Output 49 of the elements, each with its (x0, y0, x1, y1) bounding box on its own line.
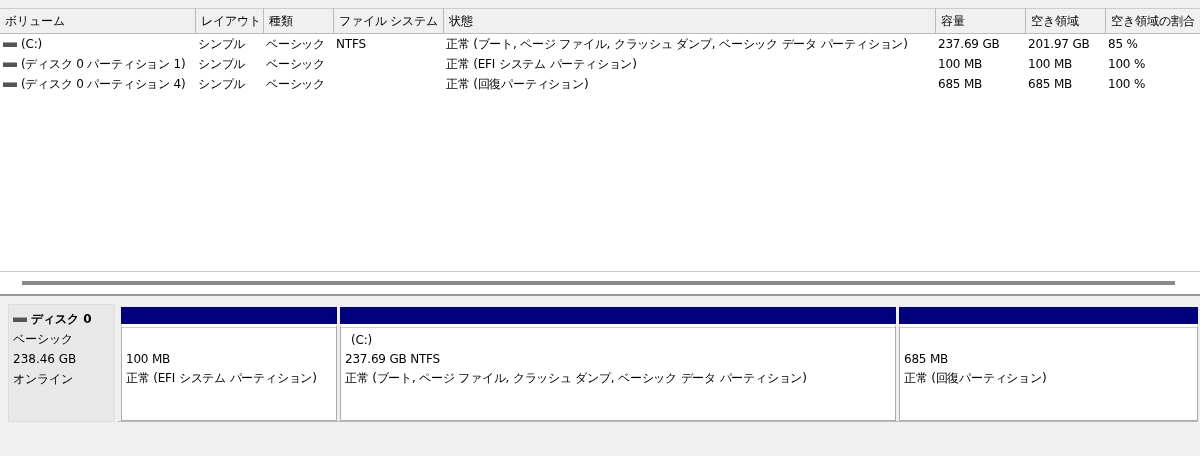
partition-size: 237.69 GB NTFS (345, 351, 441, 368)
column-header[interactable]: 空き領域 (1025, 8, 1105, 34)
table-cell: ベーシック (266, 76, 325, 91)
partition-size: 100 MB (126, 351, 172, 368)
table-cell: 685 MB (938, 76, 983, 91)
column-header[interactable]: レイアウト (195, 8, 263, 34)
disk-type: ベーシック (13, 331, 74, 348)
partition-box[interactable]: 100 MB 正常 (EFI システム パーティション) (121, 324, 337, 421)
table-cell: NTFS (336, 36, 366, 51)
table-cell: 201.97 GB (1028, 36, 1090, 51)
table-cell: 85 % (1108, 36, 1138, 51)
partition-label: (C:) (351, 333, 372, 347)
table-cell: 正常 (EFI システム パーティション) (446, 56, 637, 71)
table-cell: シンプル (198, 76, 246, 91)
partition-box[interactable]: (C:) 237.69 GB NTFS 正常 (ブート, ページ ファイル, クラッシュ ダンプ, ベーシック データ パーティション) (340, 324, 896, 421)
disk-status: オンライン (13, 371, 74, 388)
table-cell: 正常 (ブート, ページ ファイル, クラッシュ ダンプ, ベーシック データ パーティション) (446, 36, 908, 51)
table-cell: 100 % (1108, 76, 1146, 91)
table-cell: シンプル (198, 56, 246, 71)
table-cell: ベーシック (266, 36, 325, 51)
table-cell: 正常 (回復パーティション) (446, 76, 589, 91)
partition-status: 正常 (EFI システム パーティション) (126, 370, 318, 387)
drive-icon (3, 81, 17, 87)
table-cell: ベーシック (266, 56, 325, 71)
partition-status: 正常 (ブート, ページ ファイル, クラッシュ ダンプ, ベーシック データ パーティション) (345, 370, 808, 387)
column-header[interactable]: 種類 (263, 8, 333, 34)
table-cell: (C:) (21, 36, 42, 51)
disk-name: ディスク 0 (31, 311, 92, 328)
table-cell: 100 MB (1028, 56, 1073, 71)
table-cell: (ディスク 0 パーティション 1) (21, 56, 186, 71)
column-header[interactable]: 状態 (443, 8, 935, 34)
column-header[interactable]: 容量 (935, 8, 1025, 34)
table-cell: (ディスク 0 パーティション 4) (21, 76, 186, 91)
partition-size: 685 MB (904, 351, 950, 368)
drive-icon (13, 316, 27, 322)
scrollbar-thumb[interactable] (22, 281, 1175, 285)
drive-icon (3, 41, 17, 47)
partition-status: 正常 (回復パーティション) (904, 370, 1048, 387)
drive-icon (3, 61, 17, 67)
column-header[interactable]: 空き領域の割合 (1105, 8, 1200, 34)
table-cell: シンプル (198, 36, 246, 51)
column-header[interactable]: ボリューム (0, 8, 195, 34)
table-cell: 685 MB (1028, 76, 1073, 91)
partition-box[interactable]: 685 MB 正常 (回復パーティション) (899, 324, 1198, 421)
column-header[interactable]: ファイル システム (333, 8, 443, 34)
table-cell: 100 % (1108, 56, 1146, 71)
table-cell: 100 MB (938, 56, 983, 71)
table-cell: 237.69 GB (938, 36, 1000, 51)
disk-size: 238.46 GB (13, 351, 78, 368)
